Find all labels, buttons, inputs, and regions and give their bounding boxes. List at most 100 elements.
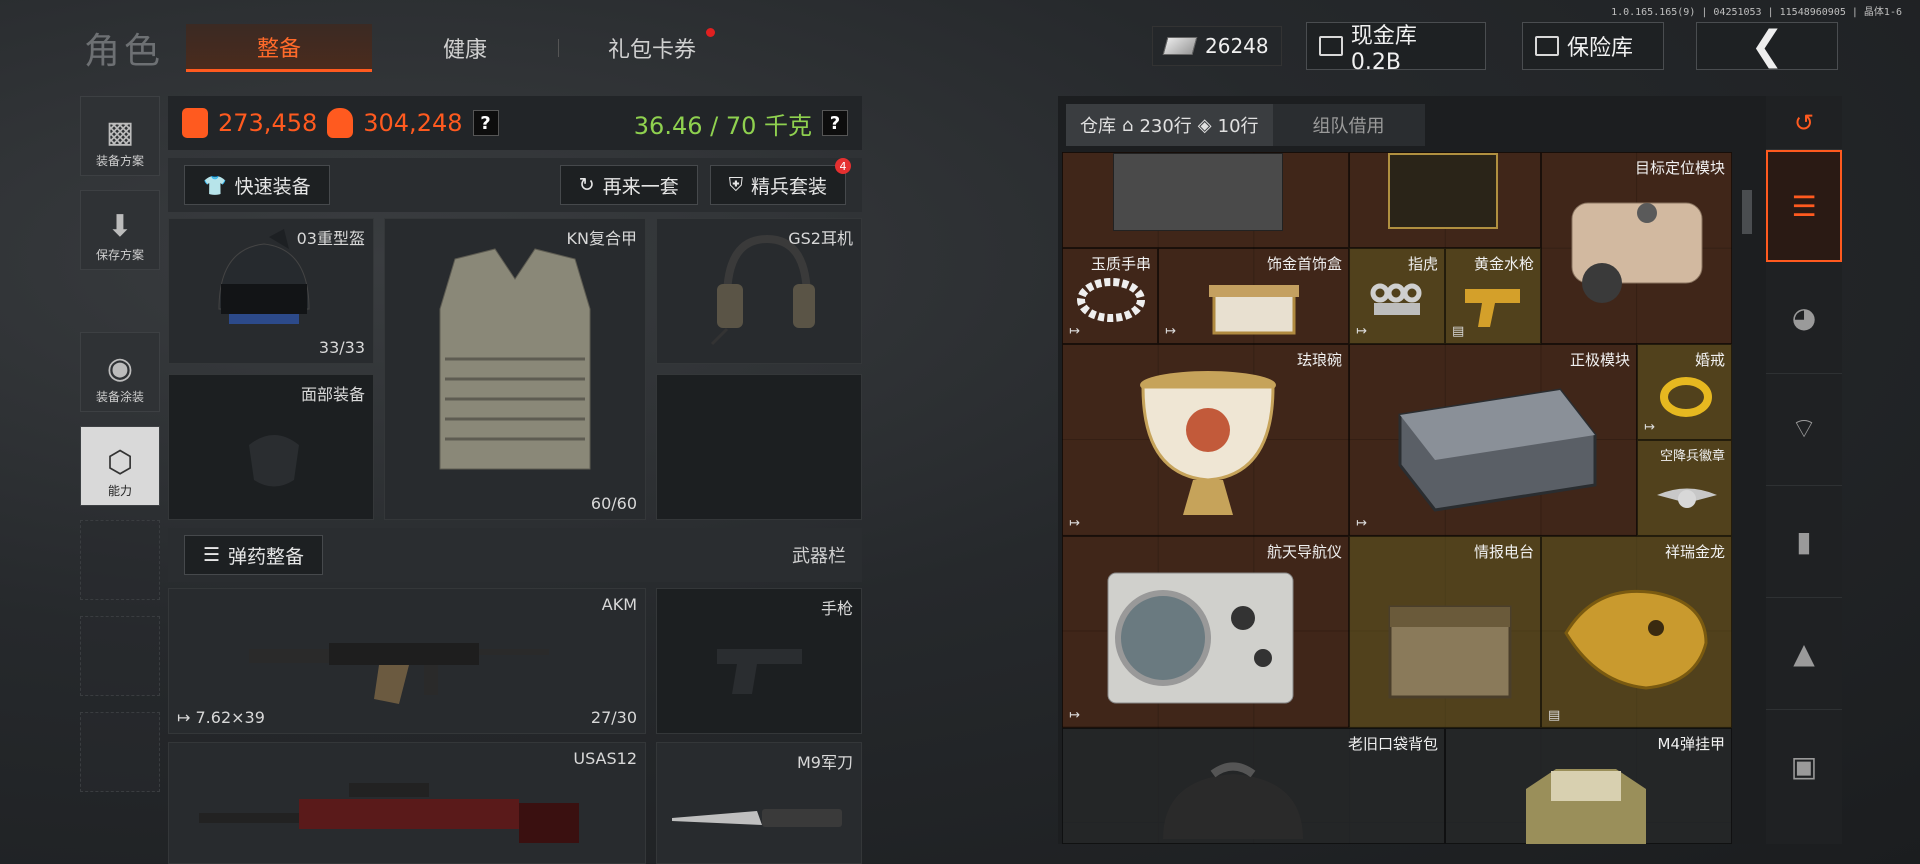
side-btn-loadout[interactable]: ▩ 装备方案 (80, 96, 160, 176)
jewelry-box-icon (1209, 285, 1299, 335)
rows-extra: 10行 (1217, 116, 1259, 137)
storage-item[interactable]: 情报电台 (1349, 536, 1541, 728)
item-name: 黄金水枪 (1473, 255, 1534, 273)
cash-vault-label: 现金库 0.2B (1350, 23, 1417, 75)
navigation-device-icon (1107, 572, 1294, 704)
helmet-name: 03重型盔 (296, 229, 365, 248)
armor-value-icon (182, 108, 208, 138)
case-icon (1113, 153, 1283, 231)
storage-panel: 仓库 ⌂ 230行 ◈ 10行 组队借用 目标定位模块 玉质手串 ↦ 饰金首饰盒… (1058, 96, 1842, 844)
storage-item-case[interactable] (1062, 152, 1349, 248)
headset-slot[interactable]: GS2耳机 (656, 218, 862, 364)
storage-item-book[interactable] (1349, 152, 1541, 248)
storage-item[interactable]: 目标定位模块 (1541, 152, 1732, 344)
scope-icon: ▣ (1790, 749, 1818, 783)
item-name: 玉质手串 (1090, 255, 1151, 273)
item-name: 目标定位模块 (1634, 159, 1725, 177)
helmet-slot[interactable]: 03重型盔 33/33 (168, 218, 374, 364)
vest-icon: ▩ (105, 115, 135, 150)
filter-magazine[interactable]: ▮ (1766, 486, 1842, 598)
filter-scope[interactable]: ▣ (1766, 710, 1842, 822)
shotgun-icon (199, 783, 579, 843)
tab-team-borrow[interactable]: 组队借用 (1273, 104, 1425, 146)
secondary-name: USAS12 (573, 749, 637, 768)
item-name: 老旧口袋背包 (1347, 735, 1438, 753)
side-nav: ▩ 装备方案 ⬇ 保存方案 ◉ 装备涂装 ⬡ 能力 (80, 96, 160, 808)
filter-rifle[interactable]: ⌔ (1766, 374, 1842, 486)
weight-help-button[interactable]: ? (822, 110, 848, 136)
storage-item[interactable]: 珐琅碗 ↦ (1062, 344, 1349, 536)
storage-item[interactable]: 老旧口袋背包 (1062, 728, 1445, 844)
cash-vault-button[interactable]: 现金库 0.2B (1306, 22, 1486, 75)
box-marker-icon: ▤ (1548, 708, 1561, 723)
cash-icon (1162, 37, 1198, 55)
armor-value: 273,458 (218, 109, 318, 137)
tab-health[interactable]: 健康 (372, 24, 558, 72)
elite-set-button[interactable]: ⛨ 精兵套装 4 (709, 158, 851, 205)
filter-helmet[interactable]: ◕ (1766, 262, 1842, 374)
item-name: 正极模块 (1569, 351, 1630, 369)
exit-marker-icon: ↦ (1069, 708, 1080, 723)
exit-marker-icon: ↦ (1069, 516, 1080, 531)
ring-icon (1660, 377, 1712, 417)
storage-item[interactable]: 指虎 ↦ (1349, 248, 1445, 344)
empty-slot (80, 616, 160, 696)
filter-refresh[interactable]: ↺ (1766, 96, 1842, 150)
ammo-equip-button[interactable]: ☰ 弹药整备 (184, 535, 324, 575)
face-name: 面部装备 (300, 385, 365, 404)
item-name: 情报电台 (1473, 543, 1534, 561)
cash-display: 26248 (1152, 26, 1282, 66)
primary-weapon-slot[interactable]: AKM ↦ 7.62×39 27/30 (168, 588, 646, 734)
elite-set-label: 精兵套装 (750, 175, 827, 198)
item-name: 珐琅碗 (1296, 351, 1342, 369)
quick-equip-button[interactable]: 👕 快速装备 (184, 165, 330, 205)
helmet-paint-icon: ◉ (106, 351, 134, 386)
stats-bar: 273,458 304,248 ? 36.46 / 70 千克 ? (168, 96, 862, 150)
again-label: 再来一套 (602, 175, 679, 198)
again-button[interactable]: ↻ 再来一套 (559, 165, 698, 205)
storage-item[interactable]: 正极模块 ↦ (1349, 344, 1637, 536)
empty-equipment-slot[interactable] (656, 374, 862, 520)
storage-item[interactable]: 饰金首饰盒 ↦ (1158, 248, 1349, 344)
storage-item[interactable]: 祥瑞金龙 ▤ (1541, 536, 1732, 728)
storage-tabs: 仓库 ⌂ 230行 ◈ 10行 组队借用 (1066, 104, 1425, 146)
filter-ammo[interactable]: ▲ (1766, 598, 1842, 710)
positive-module-icon (1398, 388, 1597, 512)
storage-item[interactable]: M4弹挂甲 (1445, 728, 1732, 844)
filter-all[interactable]: ☰ (1766, 150, 1842, 262)
radio-icon (1388, 605, 1512, 699)
pistol-icon (717, 649, 802, 694)
item-name: M4弹挂甲 (1657, 735, 1726, 753)
secondary-weapon-slot[interactable]: USAS12 (168, 742, 646, 864)
vault-icon (1319, 36, 1343, 56)
headset-name: GS2耳机 (788, 229, 853, 248)
storage-item[interactable]: 空降兵徽章 (1637, 440, 1732, 536)
primary-name: AKM (601, 595, 637, 614)
primary-caliber: ↦ 7.62×39 (177, 708, 265, 727)
exit-marker-icon: ↦ (1356, 324, 1367, 339)
safe-button[interactable]: 保险库 (1522, 22, 1664, 70)
tab-warehouse[interactable]: 仓库 ⌂ 230行 ◈ 10行 (1066, 104, 1273, 146)
side-btn-save[interactable]: ⬇ 保存方案 (80, 190, 160, 270)
storage-item[interactable]: 婚戒 ↦ (1637, 344, 1732, 440)
pistol-slot[interactable]: 手枪 (656, 588, 862, 734)
badge-icon (1657, 488, 1717, 508)
back-button[interactable]: ❮ (1696, 22, 1838, 70)
melee-slot[interactable]: M9军刀 (656, 742, 862, 864)
storage-scrollbar[interactable] (1742, 190, 1752, 234)
backpack-value: 304,248 (363, 109, 463, 137)
armor-slot[interactable]: KN复合甲 60/60 (384, 218, 646, 520)
safe-icon (1535, 36, 1559, 56)
side-label-loadout: 装备方案 (95, 154, 144, 168)
storage-item[interactable]: 黄金水枪 ▤ (1445, 248, 1541, 344)
value-help-button[interactable]: ? (472, 110, 499, 136)
tab-equipment[interactable]: 整备 (186, 24, 372, 72)
side-btn-paint[interactable]: ◉ 装备涂装 (80, 332, 160, 412)
rifle-icon: ⌔ (1790, 412, 1818, 445)
tab-gift-coupons[interactable]: 礼包卡券 (559, 24, 745, 72)
storage-item[interactable]: 玉质手串 ↦ (1062, 248, 1158, 344)
side-btn-ability[interactable]: ⬡ 能力 (80, 426, 160, 506)
storage-item[interactable]: 航天导航仪 ↦ (1062, 536, 1349, 728)
face-slot[interactable]: 面部装备 (168, 374, 374, 520)
